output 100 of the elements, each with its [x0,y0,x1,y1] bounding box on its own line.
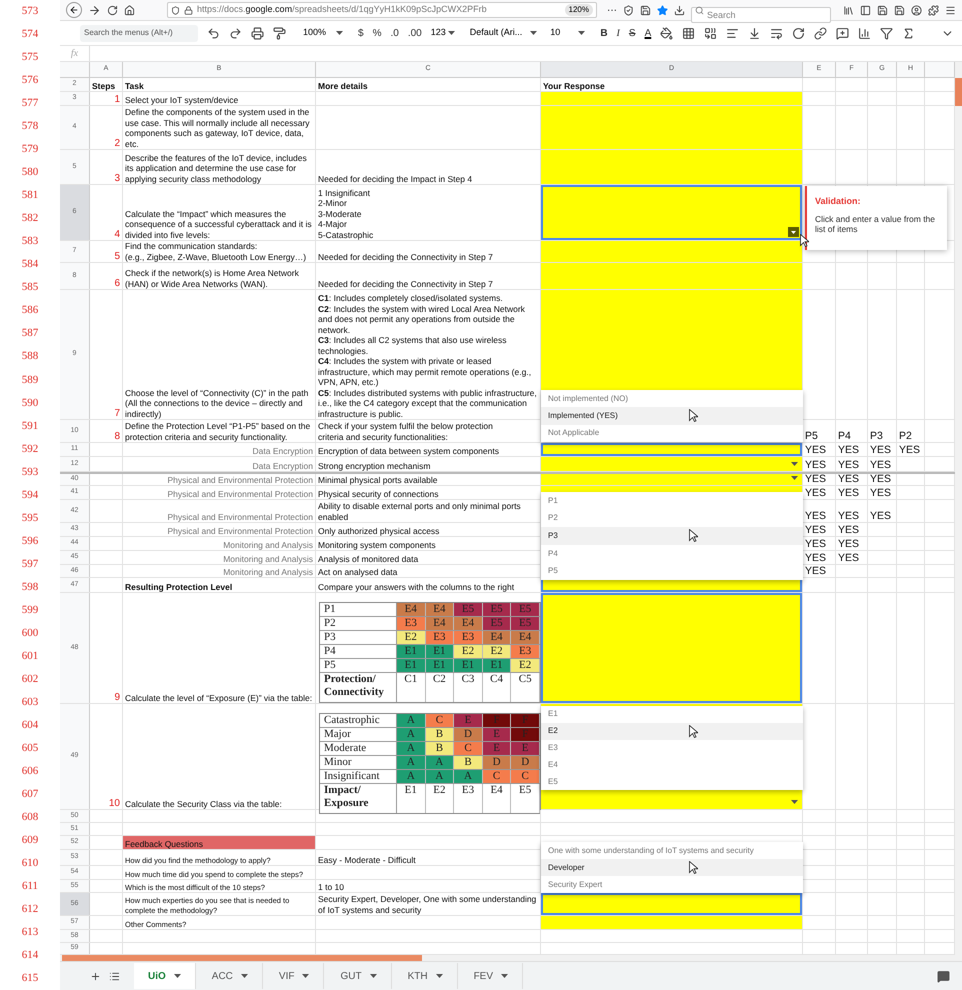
percent-button[interactable]: % [372,26,382,40]
level-value: YES [805,524,828,536]
feedback-title: Feedback Questions [123,836,315,849]
level-value: YES [838,510,860,522]
task-text: Check if the network(s) is Home Area Network (HAN) or Wide Area Networks (WAN). [125,268,300,289]
line-number: 594 [20,488,40,503]
line-number: 576 [20,73,40,88]
detail-text: 1 to 10 [318,882,345,892]
criteria-category: Physical and Environmental Protection [166,526,313,536]
number-format-select[interactable]: 123 [430,26,455,40]
font-select[interactable]: Default (Ari... [470,26,538,40]
criteria-category: Data Encryption [252,446,313,456]
dropdown-option[interactable]: P2 [541,510,803,528]
line-number: 593 [20,464,40,480]
dropdown-option[interactable]: Security Expert [541,876,803,893]
table-column-label: E2 [426,784,454,813]
step-number: 1 [114,94,120,105]
table-column-label: E1 [397,784,426,813]
zoom-select[interactable]: 100% [303,26,344,40]
line-number: 605 [20,740,40,756]
more-button[interactable]: ··· [607,2,617,18]
dropdown-option[interactable]: E5 [541,773,803,790]
table-cell: E3 [454,631,483,644]
line-number: 573 [20,4,40,20]
dropdown-option[interactable]: Not Applicable [541,424,803,442]
italic-button[interactable]: I [616,26,620,40]
sheet-tab[interactable]: UiO [134,963,196,989]
line-number: 610 [20,856,40,871]
response-cell[interactable]: Your Response [541,78,803,91]
increase-decimal-button[interactable]: .00 [408,26,422,40]
detail-text: Only authorized physical access [318,526,440,536]
table-cell: E5 [482,603,512,616]
level-value: YES [805,473,828,485]
dropdown-option[interactable]: E3 [541,740,803,756]
dropdown-option[interactable]: One with some understanding of IoT systems and security [541,842,803,859]
currency-button[interactable]: $ [358,26,364,40]
table-column-label: C5 [511,673,540,702]
url-text: https://docs.google.com/spreadsheets/d/1qgYyH1kK09pScJpCWX2PFrb [197,3,487,16]
dropdown-option[interactable]: E2 [541,722,803,740]
font-size-select[interactable]: 10 [550,26,586,40]
table-cell: E3 [397,617,426,630]
criteria-category: Monitoring and Analysis [222,566,313,577]
table-cell: E4 [511,631,540,644]
criteria-category: Monitoring and Analysis [222,540,313,550]
sheet-tab[interactable]: VIF [264,963,324,989]
sheet-tab[interactable]: ACC [198,963,263,989]
line-number: 588 [20,349,40,364]
dropdown-option[interactable]: P1 [541,492,803,510]
table-cell: C [454,742,483,755]
step-number: 2 [114,138,120,149]
dropdown-option[interactable]: Not implemented (NO) [541,390,803,408]
line-number: 585 [20,280,40,296]
detail-text: Needed for deciding the Impact in Step 4 [318,174,474,184]
table-cell: D [482,756,512,769]
level-value: YES [838,459,860,471]
line-number: 587 [20,326,40,342]
table-cell: A [454,770,483,783]
detail-text: Monitoring system components [318,540,437,550]
menu-search-field[interactable]: Search the menus (Alt+/) [80,24,198,42]
detail-text: Check if your system fulfil the below protection criteria and security functionalities: [318,421,494,442]
dropdown-option[interactable]: Developer [541,859,803,876]
detail-text: Physical security of connections [318,488,440,499]
column-title: Task [125,80,145,91]
line-number: 600 [20,626,40,641]
sheet-tab[interactable]: KTH [394,963,458,989]
search-field[interactable]: Search [691,7,831,23]
task-text: Resulting Protection Level [125,582,234,592]
zoom-badge[interactable]: 120% [564,4,593,16]
dropdown-option[interactable]: Implemented (YES) [541,407,803,425]
line-number: 613 [20,924,40,940]
level-value: YES [899,444,922,456]
table-cell: D [454,728,483,741]
dropdown-option[interactable]: P3 [541,527,803,545]
line-number: 614 [20,948,40,963]
line-number: 592 [20,442,40,457]
table-column-label: C1 [397,673,426,702]
table-cell: E4 [454,617,483,630]
detail-text: Easy - Moderate - Difficult [318,854,417,865]
detail-text: Minimal physical ports available [318,474,439,485]
line-number: 582 [20,211,40,226]
text-color-button[interactable]: A [644,26,652,40]
table-cell: E4 [426,617,454,630]
address-bar[interactable]: https://docs.google.com/spreadsheets/d/1qgYyH1kK09pScJpCWX2PFrb 120% [167,2,597,18]
validation-title: Validation: [815,195,862,208]
sheet-tab[interactable]: FEV [460,963,524,989]
criteria-category: Physical and Environmental Protection [166,512,313,522]
table-cell: D [511,756,540,769]
level-value: YES [870,459,892,471]
dropdown-option[interactable]: P4 [541,544,803,562]
dropdown-option[interactable]: E1 [541,706,803,723]
decrease-decimal-button[interactable]: .0 [390,26,399,40]
level-value: P5 [805,430,819,442]
strikethrough-button[interactable]: S [628,26,636,40]
table-cell: E1 [426,645,454,658]
table-cell: A [397,770,426,783]
dropdown-option[interactable]: P5 [541,562,803,580]
sheet-tab[interactable]: GUT [326,963,392,989]
dropdown-option[interactable]: E4 [541,756,803,774]
line-number: 603 [20,694,40,710]
bold-button[interactable]: B [600,26,608,40]
